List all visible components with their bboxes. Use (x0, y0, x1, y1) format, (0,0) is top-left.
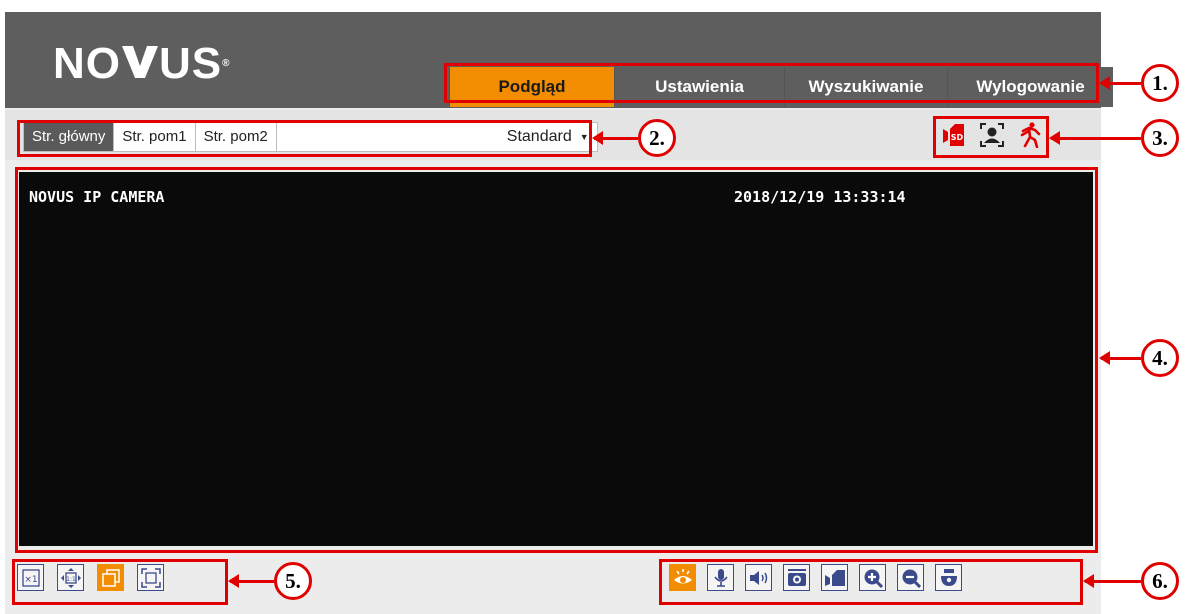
annotation-box-status (933, 116, 1049, 158)
callout-5: 5. (274, 562, 312, 600)
callout-6: 6. (1141, 562, 1179, 600)
annotation-arrow-5 (228, 574, 274, 588)
annotation-arrow-1 (1099, 76, 1141, 90)
annotation-arrow-4 (1099, 351, 1141, 365)
callout-3: 3. (1141, 119, 1179, 157)
annotation-box-live-tools (659, 559, 1083, 605)
annotation-box-streams (17, 120, 592, 157)
logo-text-post: US (159, 39, 223, 88)
logo-v-mark (122, 46, 158, 78)
callout-2: 2. (638, 119, 676, 157)
novus-logo: NO US® (53, 42, 231, 86)
annotation-arrow-6 (1083, 574, 1141, 588)
callout-4: 4. (1141, 339, 1179, 377)
callout-1: 1. (1141, 64, 1179, 102)
annotation-arrow-2 (592, 131, 638, 145)
annotation-arrow-3 (1049, 131, 1141, 145)
logo-text-pre: NO (53, 39, 121, 88)
annotation-box-video (15, 167, 1098, 553)
annotation-box-nav (444, 63, 1099, 103)
registered-mark: ® (222, 58, 231, 69)
annotation-box-view-tools (12, 559, 228, 605)
